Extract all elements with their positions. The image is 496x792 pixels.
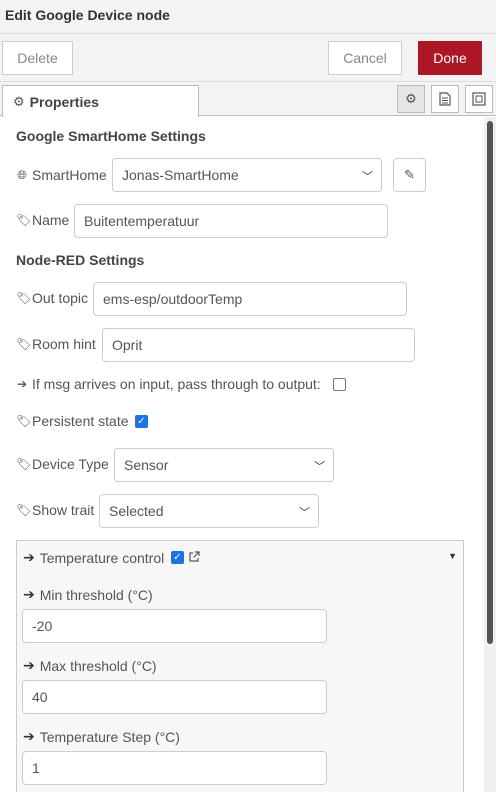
tab-properties[interactable]: ⚙ Properties — [2, 85, 199, 117]
description-tab-button[interactable] — [431, 85, 459, 113]
appearance-tab-button[interactable] — [465, 85, 493, 113]
show-trait-label: 🏷︎ Show trait — [16, 502, 95, 518]
temperature-control-panel: ➔ Temperature control ✓ ▼ ➔ Min threshol… — [16, 540, 464, 792]
name-input[interactable]: Buitentemperatuur — [74, 204, 388, 238]
properties-content: Google SmartHome Settings 🌐︎ SmartHome J… — [0, 117, 484, 792]
dialog-title: Edit Google Device node — [5, 7, 170, 23]
scrollbar-thumb[interactable] — [487, 121, 493, 644]
arrow-right-icon: ➔ — [23, 728, 35, 744]
device-type-select[interactable]: Sensor ﹀ — [114, 448, 334, 482]
edit-smarthome-button[interactable]: ✎ — [393, 158, 426, 192]
delete-button[interactable]: Delete — [2, 41, 73, 75]
external-link-icon[interactable] — [188, 551, 200, 563]
gear-icon: ⚙ — [13, 93, 25, 109]
dialog-titlebar: Edit Google Device node — [0, 0, 496, 34]
arrow-right-icon: ➔ — [16, 377, 28, 391]
tag-icon: 🏷︎ — [16, 337, 32, 351]
max-threshold-input[interactable]: 40 — [22, 680, 327, 714]
smarthome-select[interactable]: Jonas-SmartHome ﹀ — [112, 158, 382, 192]
cancel-button[interactable]: Cancel — [328, 41, 402, 75]
out-topic-input[interactable]: ems-esp/outdoorTemp — [93, 282, 407, 316]
tab-bar: ⚙ Properties ⚙ — [0, 82, 496, 117]
arrow-right-icon: ➔ — [23, 657, 35, 673]
done-button[interactable]: Done — [418, 41, 482, 75]
tag-icon: 🏷︎ — [16, 213, 32, 227]
min-threshold-label: ➔ Min threshold (°C) — [23, 586, 153, 603]
frame-icon — [472, 92, 486, 106]
temperature-control-checkbox[interactable]: ✓ — [171, 551, 184, 564]
temperature-step-input[interactable]: 1 — [22, 751, 327, 785]
room-hint-input[interactable]: Oprit — [102, 328, 415, 362]
globe-icon: 🌐︎ — [17, 167, 27, 182]
vertical-scrollbar[interactable] — [484, 117, 496, 792]
temperature-step-label: ➔ Temperature Step (°C) — [23, 728, 180, 745]
gear-icon: ⚙ — [405, 91, 417, 106]
name-label: 🏷︎ Name — [16, 212, 70, 228]
chevron-down-icon: ﹀ — [299, 507, 310, 519]
room-hint-label: 🏷︎ Room hint — [16, 336, 96, 352]
dialog-toolbar: Delete Cancel Done — [0, 34, 496, 82]
min-threshold-input[interactable]: -20 — [22, 609, 327, 643]
show-trait-select[interactable]: Selected ﹀ — [99, 494, 319, 528]
out-topic-label: 🏷︎ Out topic — [16, 290, 89, 306]
settings-tab-button[interactable]: ⚙ — [397, 85, 425, 113]
tag-icon: 🏷︎ — [16, 414, 32, 428]
max-threshold-label: ➔ Max threshold (°C) — [23, 657, 157, 674]
document-icon — [439, 92, 451, 106]
tab-properties-label: Properties — [29, 93, 99, 110]
persistent-state-label: 🏷︎ Persistent state — [16, 413, 129, 429]
passthrough-label: ➔ If msg arrives on input, pass through … — [16, 376, 321, 392]
passthrough-checkbox[interactable] — [333, 378, 346, 391]
tag-icon: 🏷︎ — [16, 457, 32, 471]
temperature-control-header[interactable]: ➔ Temperature control — [23, 549, 164, 566]
google-settings-heading: Google SmartHome Settings — [16, 128, 206, 144]
nodered-settings-heading: Node-RED Settings — [16, 252, 145, 268]
pencil-icon: ✎ — [404, 167, 415, 182]
arrow-right-icon: ➔ — [23, 586, 35, 602]
device-type-label: 🏷︎ Device Type — [16, 456, 109, 472]
persistent-state-checkbox[interactable]: ✓ — [135, 415, 148, 428]
caret-down-icon[interactable]: ▼ — [448, 551, 457, 561]
chevron-down-icon: ﹀ — [314, 461, 325, 473]
tag-icon: 🏷︎ — [16, 503, 32, 517]
chevron-down-icon: ﹀ — [362, 171, 373, 183]
smarthome-label: 🌐︎ SmartHome — [17, 167, 107, 183]
tag-icon: 🏷︎ — [16, 291, 32, 305]
arrow-right-icon: ➔ — [23, 549, 35, 565]
